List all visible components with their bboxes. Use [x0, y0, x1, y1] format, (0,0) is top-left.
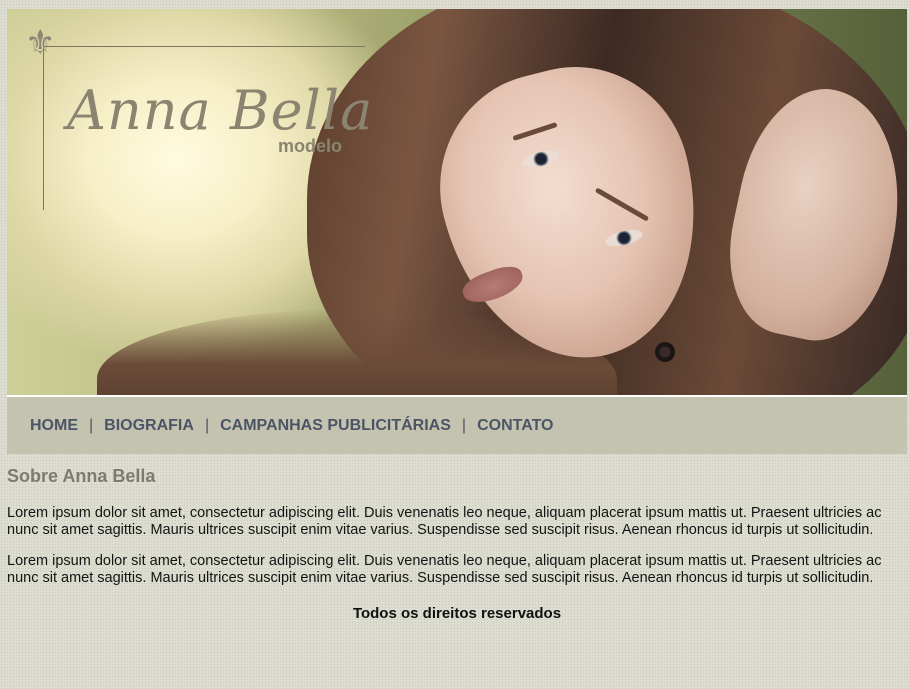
fleur-de-lis-icon: ⚜: [25, 23, 56, 63]
body-paragraph: Lorem ipsum dolor sit amet, consectetur …: [7, 553, 882, 586]
logo-frame-line-top: [43, 46, 365, 47]
page-container: ⚜ Anna Bella modelo HOME | BIOGRAFIA | C…: [7, 9, 909, 622]
section-heading: Sobre Anna Bella: [7, 466, 156, 486]
nav-separator: |: [204, 416, 210, 434]
main-nav: HOME | BIOGRAFIA | CAMPANHAS PUBLICITÁRI…: [7, 397, 907, 454]
body-paragraph: Lorem ipsum dolor sit amet, consectetur …: [7, 505, 882, 538]
nav-separator: |: [89, 416, 94, 434]
nav-item-biografia[interactable]: BIOGRAFIA: [104, 417, 194, 435]
footer-text: Todos os direitos reservados: [352, 605, 562, 622]
portrait-earring: [655, 342, 675, 362]
logo-name: Anna Bella: [67, 79, 374, 142]
main-content: Sobre Anna Bella Lorem ipsum dolor sit a…: [7, 466, 907, 587]
nav-item-contato[interactable]: CONTATO: [477, 417, 553, 435]
header-banner: ⚜ Anna Bella modelo: [7, 9, 907, 397]
nav-item-home[interactable]: HOME: [30, 417, 78, 435]
nav-item-campanhas[interactable]: CAMPANHAS PUBLICITÁRIAS: [220, 417, 451, 435]
logo-subtitle: modelo: [278, 136, 343, 156]
nav-separator: |: [461, 416, 467, 434]
logo-frame-line-left: [43, 46, 44, 210]
